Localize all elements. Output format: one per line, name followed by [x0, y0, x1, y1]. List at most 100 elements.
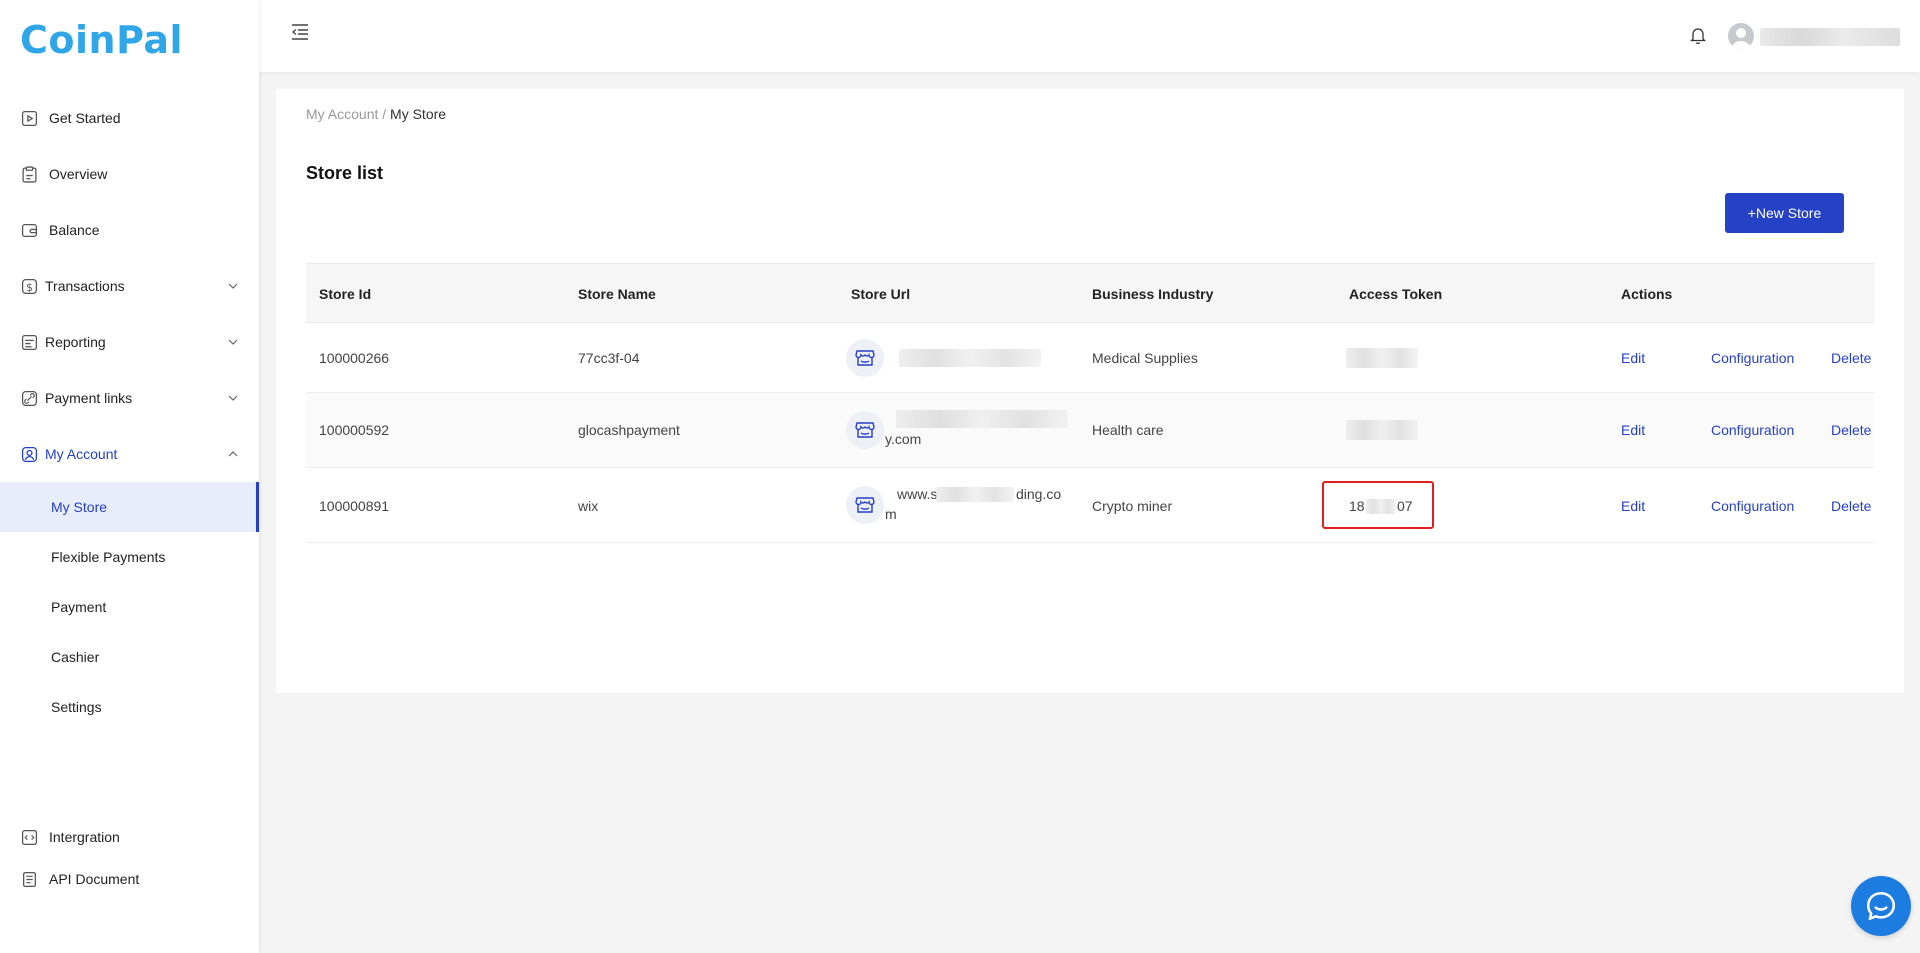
store-icon	[846, 486, 884, 524]
access-token-end: 07	[1397, 498, 1413, 514]
store-id: 100000891	[319, 498, 390, 514]
dollar-circle-icon: $	[21, 278, 38, 294]
configuration-link[interactable]: Configuration	[1711, 350, 1794, 366]
chevron-down-icon	[228, 339, 238, 345]
sidebar-item-label: Reporting	[45, 334, 106, 350]
wallet-icon	[21, 223, 38, 237]
chevron-down-icon	[228, 395, 238, 401]
column-header-business-industry: Business Industry	[1092, 286, 1214, 302]
sidebar-item-payment-links[interactable]: Payment links	[0, 373, 259, 423]
sidebar-item-balance[interactable]: Balance	[0, 205, 259, 255]
store-icon	[846, 339, 884, 377]
column-header-store-url: Store Url	[851, 286, 911, 302]
table-header: Store Id Store Name Store Url Business I…	[306, 263, 1874, 323]
avatar[interactable]	[1728, 23, 1754, 49]
play-doc-icon	[21, 110, 38, 126]
store-url-redacted	[936, 487, 1014, 502]
store-url-redacted	[896, 410, 1068, 428]
link-icon	[21, 390, 38, 406]
menu-collapse-icon[interactable]	[290, 22, 310, 42]
store-url-line2: y.com	[885, 431, 922, 447]
column-header-actions: Actions	[1621, 286, 1673, 302]
sidebar-item-label: Payment links	[45, 390, 133, 406]
chevron-up-icon	[228, 451, 238, 457]
delete-link[interactable]: Delete	[1831, 422, 1871, 438]
store-id: 100000592	[319, 422, 390, 438]
sidebar-item-settings[interactable]: Settings	[0, 682, 259, 732]
sidebar-item-label: My Store	[51, 499, 108, 515]
column-header-store-name: Store Name	[578, 286, 656, 302]
sidebar-item-cashier[interactable]: Cashier	[0, 632, 259, 682]
breadcrumb-my-account[interactable]: My Account	[306, 106, 378, 122]
store-icon	[846, 411, 884, 449]
content-card: My Account / My Store Store list +New St…	[276, 89, 1904, 693]
configuration-link[interactable]: Configuration	[1711, 498, 1794, 514]
edit-link[interactable]: Edit	[1621, 498, 1645, 514]
access-token-redacted	[1346, 420, 1418, 440]
sidebar-item-transactions[interactable]: $ Transactions	[0, 261, 259, 311]
sidebar-item-api-document[interactable]: API Document	[0, 854, 259, 904]
breadcrumb: My Account / My Store	[306, 106, 446, 122]
table-row: 100000592 glocashpayment y.com Health ca…	[306, 393, 1874, 468]
store-table: Store Id Store Name Store Url Business I…	[306, 263, 1874, 543]
page-title: Store list	[306, 163, 384, 183]
top-header	[259, 0, 1920, 72]
chat-button[interactable]	[1851, 876, 1911, 936]
sidebar-item-label: Get Started	[49, 110, 121, 126]
table-row: 100000266 77cc3f-04 Medical Supplies Edi…	[306, 323, 1874, 393]
access-token: 18	[1349, 498, 1365, 514]
svg-text:$: $	[26, 280, 33, 293]
chevron-down-icon	[228, 283, 238, 289]
edit-link[interactable]: Edit	[1621, 350, 1645, 366]
store-url-line2: m	[885, 506, 897, 522]
sidebar-item-label: Overview	[49, 166, 108, 182]
access-token-redacted	[1366, 499, 1396, 514]
coinpal-logo[interactable]: CoinPal	[20, 18, 183, 62]
sidebar-item-label: API Document	[49, 871, 140, 887]
sidebar-item-label: Payment	[51, 599, 107, 615]
sidebar-item-my-account[interactable]: My Account	[0, 429, 259, 479]
sidebar-item-overview[interactable]: Overview	[0, 149, 259, 199]
store-url-line1: www.s	[897, 486, 938, 502]
sidebar-item-label: Intergration	[49, 829, 120, 845]
sidebar-item-label: Transactions	[45, 278, 125, 294]
store-name: glocashpayment	[578, 422, 680, 438]
store-id: 100000266	[319, 350, 390, 366]
delete-link[interactable]: Delete	[1831, 350, 1871, 366]
sidebar-item-my-store[interactable]: My Store	[0, 482, 259, 532]
sidebar: CoinPal Get Started Overview Balance $ T…	[0, 0, 259, 953]
sidebar-item-payment[interactable]: Payment	[0, 582, 259, 632]
document-icon	[23, 871, 36, 887]
code-icon	[21, 829, 38, 845]
sidebar-item-flexible-payments[interactable]: Flexible Payments	[0, 532, 259, 582]
bell-icon[interactable]	[1690, 26, 1706, 44]
business-industry: Crypto miner	[1092, 498, 1173, 514]
breadcrumb-separator: /	[378, 106, 391, 122]
user-avatar-icon	[1731, 28, 1751, 49]
sidebar-item-label: Balance	[49, 222, 100, 238]
sidebar-item-get-started[interactable]: Get Started	[0, 93, 259, 143]
edit-link[interactable]: Edit	[1621, 422, 1645, 438]
chat-bubble-icon	[1866, 891, 1896, 921]
column-header-access-token: Access Token	[1349, 286, 1443, 302]
business-industry: Health care	[1092, 422, 1164, 438]
delete-link[interactable]: Delete	[1831, 498, 1871, 514]
sidebar-item-reporting[interactable]: Reporting	[0, 317, 259, 367]
new-store-button[interactable]: +New Store	[1725, 193, 1844, 233]
sidebar-item-label: Settings	[51, 699, 102, 715]
user-icon	[21, 446, 38, 462]
store-name: wix	[578, 498, 599, 514]
store-url-line1-end: ding.co	[1016, 486, 1062, 502]
store-url-redacted	[899, 349, 1041, 367]
sidebar-item-label: My Account	[45, 446, 118, 462]
sidebar-item-label: Flexible Payments	[51, 549, 166, 565]
user-name[interactable]	[1760, 28, 1900, 46]
column-header-store-id: Store Id	[319, 286, 372, 302]
table-row: 100000891 wix www.s ding.co m Crypto min…	[306, 468, 1874, 543]
clipboard-icon	[22, 165, 37, 183]
sidebar-item-label: Cashier	[51, 649, 100, 665]
configuration-link[interactable]: Configuration	[1711, 422, 1794, 438]
store-name: 77cc3f-04	[578, 350, 640, 366]
report-icon	[21, 334, 38, 350]
business-industry: Medical Supplies	[1092, 350, 1198, 366]
